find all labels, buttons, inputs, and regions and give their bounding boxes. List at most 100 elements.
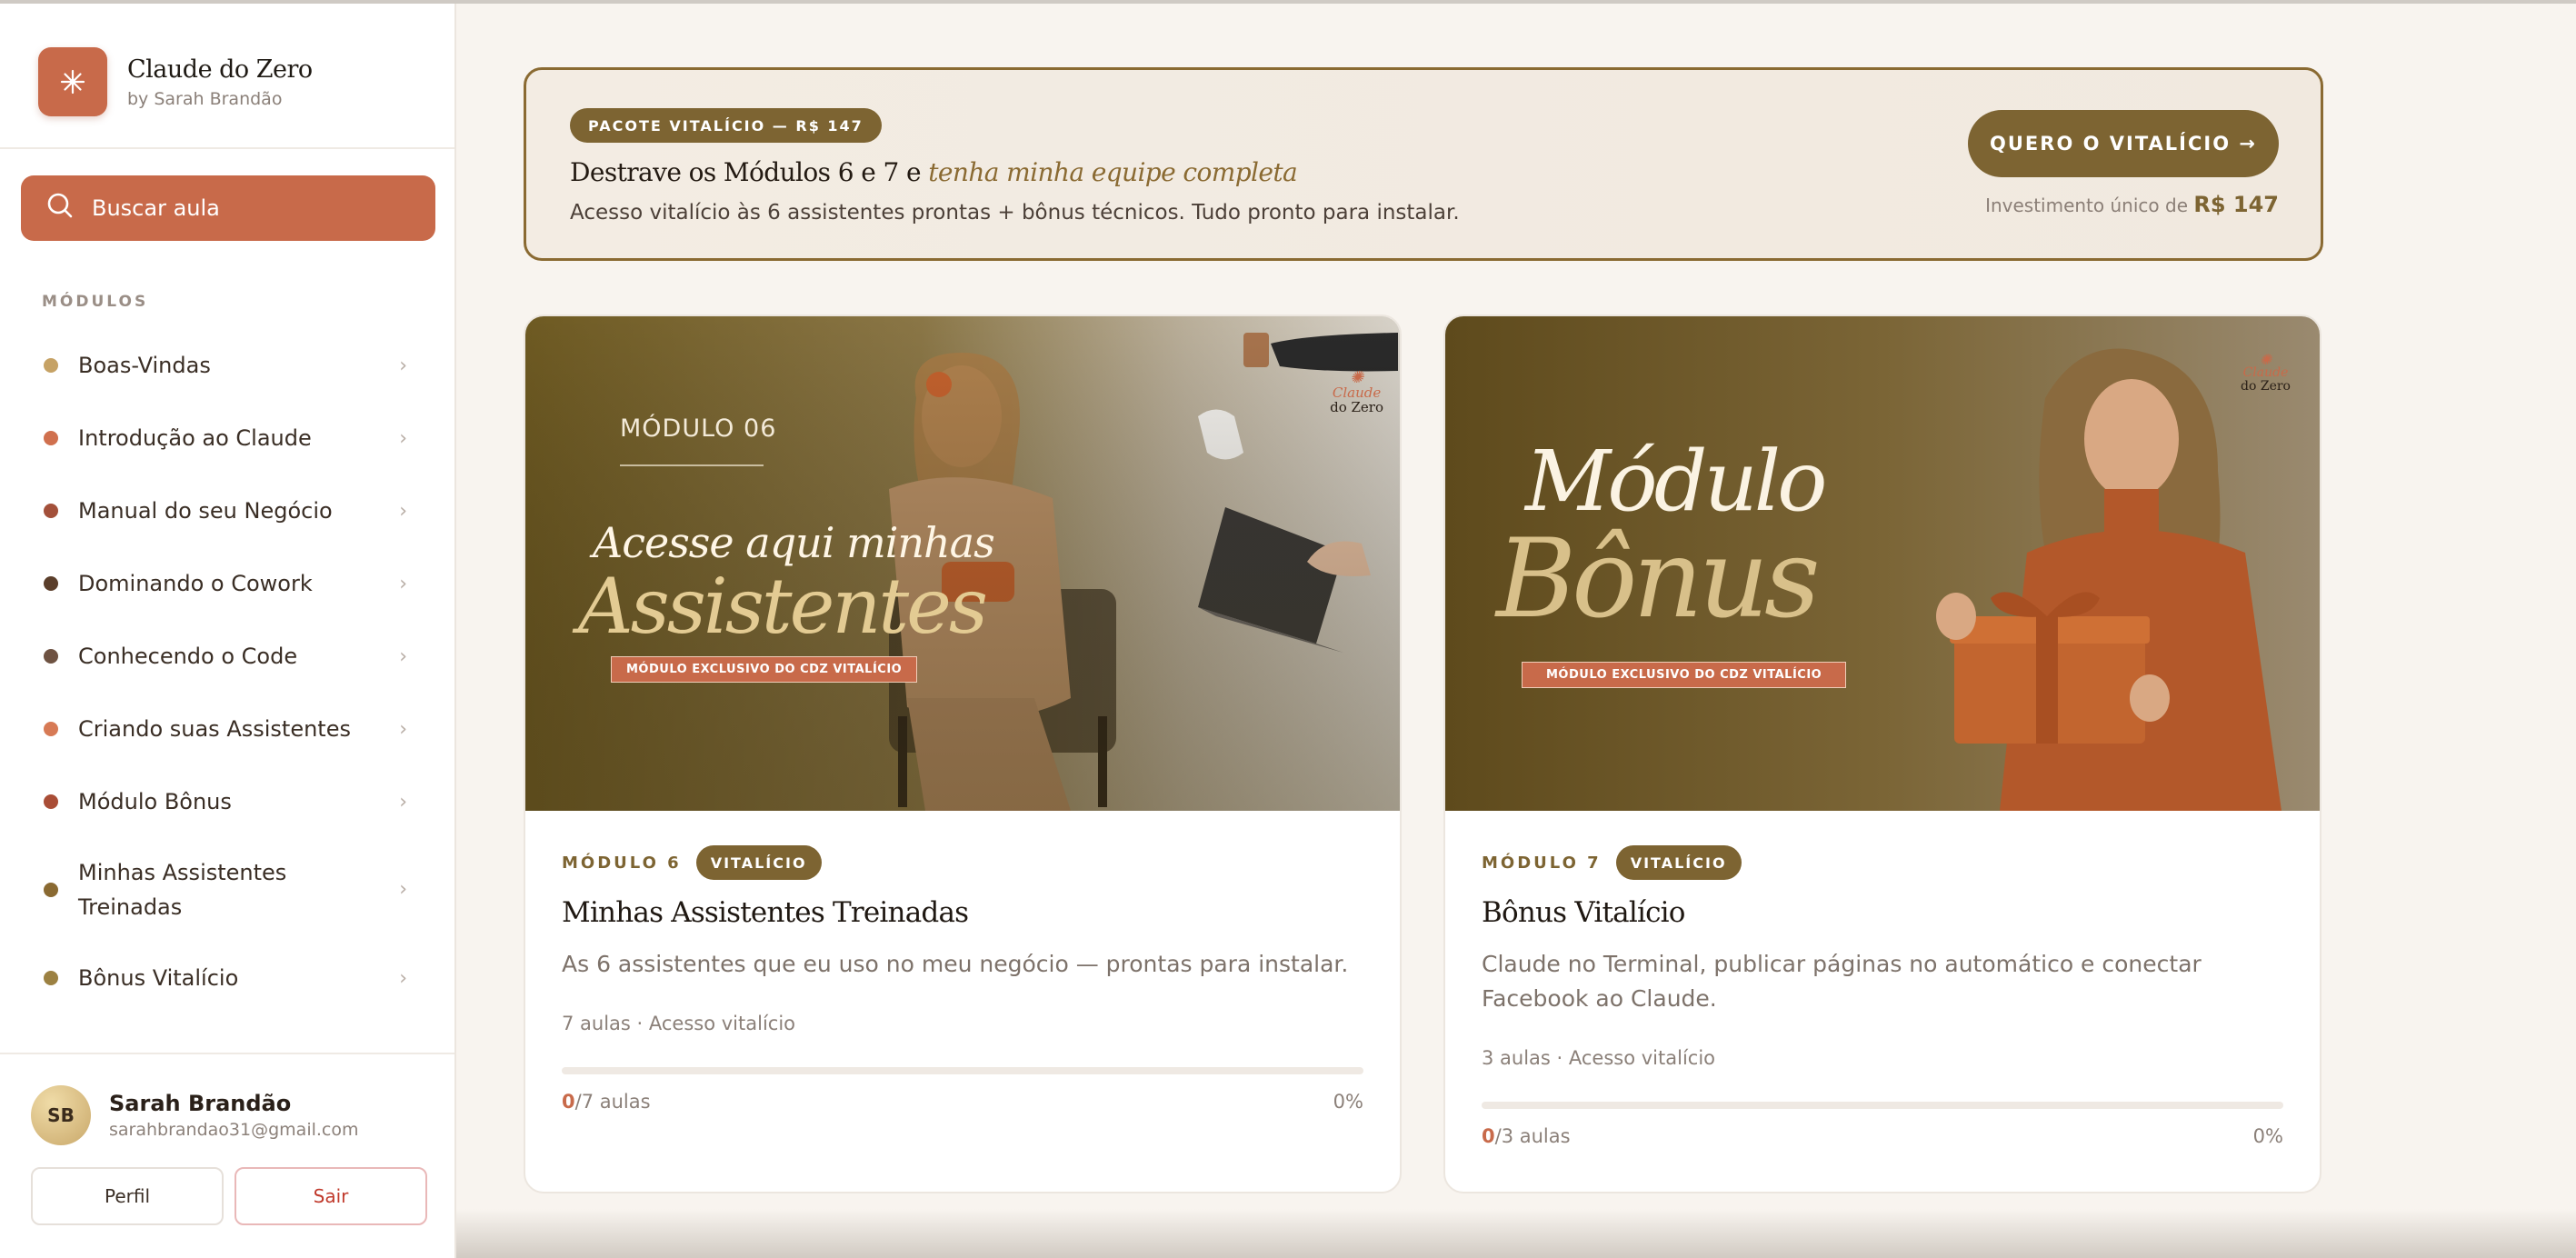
card-title[interactable]: Minhas Assistentes Treinadas (562, 896, 1363, 929)
module-6-cover-image[interactable]: MÓDULO 06 Acesse aqui minhas Assistentes… (525, 316, 1400, 811)
module-number-label: MÓDULO 7 (1482, 853, 1602, 873)
search-lesson-button[interactable]: Buscar aula (21, 175, 435, 241)
module-dot-icon (44, 722, 58, 736)
progress-percent: 0% (1333, 1091, 1363, 1113)
chevron-right-icon: › (399, 354, 407, 377)
cover-brand-logo: ✺ Claude do Zero (2241, 353, 2291, 394)
promo-price: Investimento único de R$ 147 (1985, 192, 2279, 217)
module-dot-icon (44, 883, 58, 897)
user-email: sarahbrandao31@gmail.com (109, 1120, 359, 1140)
progress-done: 0 (1482, 1125, 1495, 1147)
bottom-scroll-shadow (456, 1209, 2576, 1258)
chevron-right-icon: › (399, 572, 407, 595)
module-dot-icon (44, 358, 58, 373)
sidebar-item-label: Introdução ao Claude (78, 425, 312, 451)
progress-bar (1482, 1102, 2283, 1109)
cover-line-2: Assistentes (578, 562, 988, 651)
lifetime-badge: VITALÍCIO (1615, 845, 1742, 880)
sidebar-item-cowork[interactable]: Dominando o Cowork › (0, 547, 454, 620)
sidebar-item-bonus-vitalicio[interactable]: Bônus Vitalício › (0, 942, 454, 1014)
promo-description: Acesso vitalício às 6 assistentes pronta… (570, 201, 1460, 225)
sidebar-item-label: Criando suas Assistentes (78, 716, 351, 742)
buy-lifetime-button[interactable]: QUERO O VITALÍCIO → (1968, 110, 2279, 177)
modules-section-title: MÓDULOS (42, 293, 149, 311)
module-card-6[interactable]: MÓDULO 06 Acesse aqui minhas Assistentes… (524, 314, 1402, 1193)
cover-line-1: Acesse aqui minhas (593, 518, 995, 567)
promo-title-text: Destrave os Módulos 6 e 7 e (570, 157, 929, 187)
promo-badge: PACOTE VITALÍCIO — R$ 147 (570, 108, 882, 143)
module-card-7[interactable]: Módulo Bônus MÓDULO EXCLUSIVO DO CDZ VIT… (1443, 314, 2321, 1193)
account-actions: Perfil Sair (31, 1167, 427, 1225)
module-dot-icon (44, 504, 58, 518)
sidebar-item-label: Boas-Vindas (78, 353, 211, 378)
cover-logo-line-2: do Zero (2241, 379, 2291, 394)
price-value: R$ 147 (2193, 192, 2279, 217)
cover-logo-line-1: Claude (2242, 365, 2289, 380)
chevron-right-icon: › (399, 790, 407, 814)
chevron-right-icon: › (399, 966, 407, 990)
sidebar-item-label: Módulo Bônus (78, 789, 232, 814)
module-dot-icon (44, 649, 58, 664)
logout-button[interactable]: Sair (235, 1167, 427, 1225)
sidebar-item-criando-assistentes[interactable]: Criando suas Assistentes › (0, 693, 454, 765)
cover-exclusive-ribbon: MÓDULO EXCLUSIVO DO CDZ VITALÍCIO (611, 656, 918, 683)
sidebar-item-label: Minhas Assistentes Treinadas (78, 860, 287, 920)
lesson-count: 7 aulas · Acesso vitalício (562, 1013, 796, 1034)
search-icon (46, 192, 74, 225)
chevron-right-icon: › (399, 717, 407, 741)
progress-bar (562, 1067, 1363, 1074)
cover-logo-line-2: do Zero (1330, 399, 1383, 415)
profile-button[interactable]: Perfil (31, 1167, 224, 1225)
modules-nav: Boas-Vindas › Introdução ao Claude › Man… (0, 329, 454, 1014)
sidebar-item-introducao[interactable]: Introdução ao Claude › (0, 402, 454, 474)
chevron-right-icon: › (399, 878, 407, 901)
lifetime-badge: VITALÍCIO (695, 845, 822, 880)
sidebar-item-modulo-bonus[interactable]: Módulo Bônus › (0, 765, 454, 838)
sidebar: Claude do Zero by Sarah Brandão Buscar a… (0, 4, 456, 1258)
divider (0, 147, 454, 149)
module-dot-icon (44, 794, 58, 809)
sidebar-item-manual[interactable]: Manual do seu Negócio › (0, 474, 454, 547)
brand[interactable]: Claude do Zero by Sarah Brandão (38, 45, 313, 118)
promo-title-accent: tenha minha equipe completa (928, 157, 1298, 187)
card-description: Claude no Terminal, publicar páginas no … (1482, 951, 2202, 1012)
progress-total: /3 aulas (1494, 1125, 1571, 1147)
progress-done: 0 (562, 1091, 575, 1113)
progress-lessons: 0/3 aulas (1482, 1125, 1571, 1147)
promo-title: Destrave os Módulos 6 e 7 e tenha minha … (570, 157, 1298, 187)
chevron-right-icon: › (399, 499, 407, 523)
user-name: Sarah Brandão (109, 1091, 292, 1116)
brand-subtitle: by Sarah Brandão (127, 88, 283, 109)
sidebar-item-boas-vindas[interactable]: Boas-Vindas › (0, 329, 454, 402)
progress-lessons: 0/7 aulas (562, 1091, 651, 1113)
cover-line-1: Módulo (1525, 433, 1828, 530)
chevron-right-icon: › (399, 644, 407, 668)
sidebar-item-label: Dominando o Cowork (78, 571, 313, 596)
sidebar-item-assistentes-treinadas[interactable]: Minhas Assistentes Treinadas › (0, 838, 454, 942)
sidebar-item-label: Conhecendo o Code (78, 644, 298, 669)
cover-line-2: Bônus (1496, 516, 1821, 643)
user-profile: SB Sarah Brandão sarahbrandao31@gmail.co… (31, 1085, 359, 1145)
cover-brand-logo: ✺ Claude do Zero (1330, 368, 1383, 415)
card-title[interactable]: Bônus Vitalício (1482, 896, 2283, 929)
sunburst-icon: ✺ (1350, 368, 1364, 387)
cover-logo-line-1: Claude (1332, 384, 1382, 401)
module-7-cover-image[interactable]: Módulo Bônus MÓDULO EXCLUSIVO DO CDZ VIT… (1445, 316, 2320, 811)
lifetime-promo-banner: PACOTE VITALÍCIO — R$ 147 Destrave os Mó… (524, 67, 2323, 261)
progress-percent: 0% (2252, 1125, 2283, 1147)
progress-total: /7 aulas (574, 1091, 651, 1113)
module-dot-icon (44, 431, 58, 445)
cover-module-tag: MÓDULO 06 (620, 414, 777, 443)
chevron-right-icon: › (399, 426, 407, 450)
sidebar-item-code[interactable]: Conhecendo o Code › (0, 620, 454, 693)
divider (0, 1053, 454, 1054)
module-dot-icon (44, 576, 58, 591)
cover-exclusive-ribbon: MÓDULO EXCLUSIVO DO CDZ VITALÍCIO (1522, 662, 1847, 688)
lesson-count: 3 aulas · Acesso vitalício (1482, 1047, 1716, 1069)
sidebar-item-label: Manual do seu Negócio (78, 498, 333, 524)
search-label: Buscar aula (92, 195, 220, 221)
brand-title: Claude do Zero (127, 55, 313, 84)
avatar: SB (31, 1085, 91, 1145)
sunburst-logo-icon (38, 47, 107, 116)
sunburst-icon: ✺ (2259, 351, 2272, 368)
